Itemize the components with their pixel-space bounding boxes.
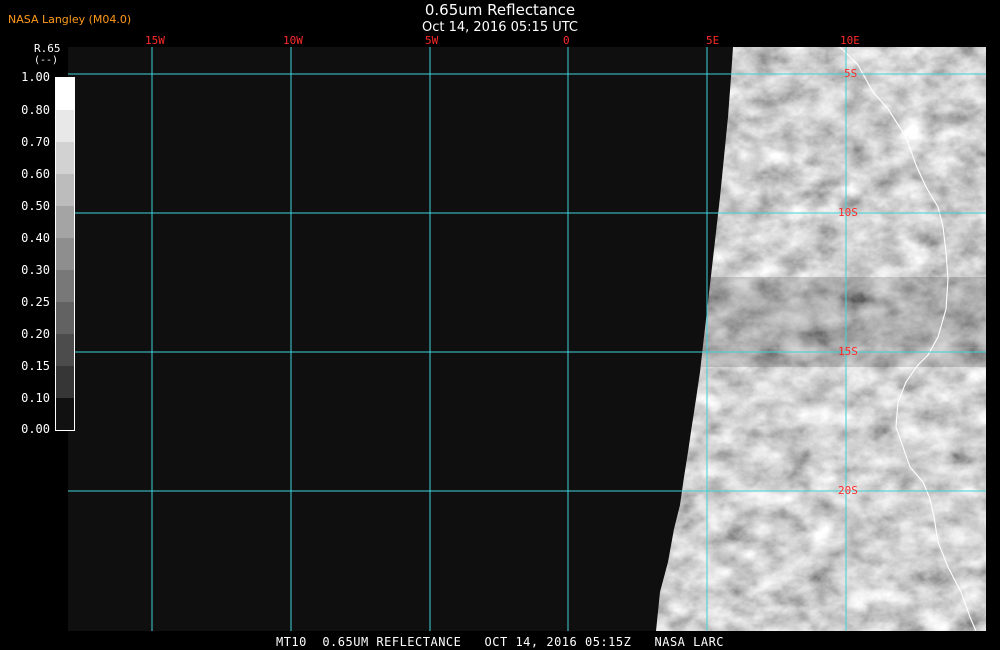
lon-label-5e: 5E	[706, 34, 720, 47]
satellite-map: 5S 10S 15S 20S	[68, 47, 986, 631]
colorbar-tick: 1.00	[21, 70, 50, 84]
colorbar-tick: 0.60	[21, 167, 50, 181]
colorbar-tick: 0.00	[21, 422, 50, 436]
lat-label-15s: 15S	[838, 345, 858, 358]
image-title: 0.65um Reflectance	[424, 1, 576, 19]
lon-label-10e: 10E	[840, 34, 860, 47]
colorbar-tick: 0.15	[21, 359, 50, 373]
colorbar-tick: 0.80	[21, 103, 50, 117]
footer-caption: MT10 0.65UM REFLECTANCE OCT 14, 2016 05:…	[275, 635, 725, 649]
colorbar-unit: (--)	[34, 55, 59, 66]
colorbar-tick: 0.10	[21, 391, 50, 405]
colorbar-tick: 0.25	[21, 295, 50, 309]
lon-label-0: 0	[563, 34, 570, 47]
lat-label-5s: 5S	[844, 67, 858, 80]
image-timestamp: Oct 14, 2016 05:15 UTC	[422, 20, 578, 35]
colorbar-tick: 0.50	[21, 199, 50, 213]
satellite-imagery	[68, 47, 986, 631]
lon-label-10w: 10W	[283, 34, 303, 47]
colorbar-parameter: R.65	[34, 42, 61, 55]
lon-label-5w: 5W	[425, 34, 439, 47]
lat-label-20s: 20S	[838, 484, 858, 497]
lat-label-10s: 10S	[838, 206, 858, 219]
colorbar-tick: 0.20	[21, 327, 50, 341]
colorbar-tick: 0.70	[21, 135, 50, 149]
colorbar	[55, 77, 75, 431]
lon-label-15w: 15W	[145, 34, 165, 47]
colorbar-tick: 0.40	[21, 231, 50, 245]
colorbar-tick: 0.30	[21, 263, 50, 277]
